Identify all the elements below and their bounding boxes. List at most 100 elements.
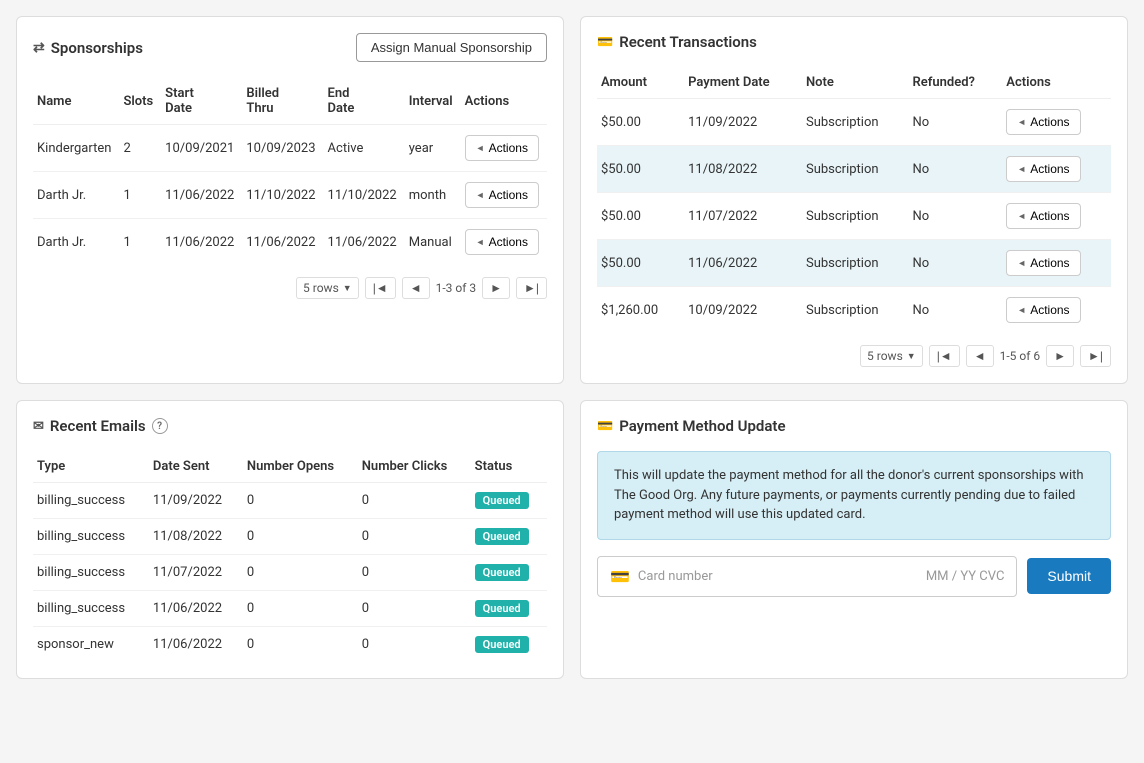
col-end-date: EndDate [324, 78, 405, 125]
email-clicks: 0 [358, 555, 471, 591]
transaction-amount: $1,260.00 [597, 287, 684, 334]
sponsorship-actions-button[interactable]: Actions [465, 135, 539, 161]
sponsorship-slots: 1 [119, 172, 161, 219]
transaction-amount: $50.00 [597, 146, 684, 193]
sponsorships-table: Name Slots StartDate BilledThru EndDate … [33, 78, 547, 265]
card-input-row: 💳 Card number MM / YY CVC Submit [597, 556, 1111, 597]
transactions-pagination: 5 rows |◄ ◄ 1-5 of 6 ► ►| [597, 345, 1111, 367]
email-opens: 0 [243, 591, 358, 627]
sponsorship-actions-button[interactable]: Actions [465, 182, 539, 208]
recent-emails-panel: ✉ Recent Emails ? Type Date Sent Number … [16, 400, 564, 679]
transaction-actions-cell: Actions [1002, 193, 1111, 240]
transaction-actions-button[interactable]: Actions [1006, 109, 1080, 135]
email-status: Queued [471, 627, 547, 663]
transaction-date: 11/09/2022 [684, 99, 802, 146]
col-amount: Amount [597, 67, 684, 99]
sponsorship-interval: month [405, 172, 461, 219]
col-payment-date: Payment Date [684, 67, 802, 99]
transaction-actions-button[interactable]: Actions [1006, 203, 1080, 229]
sponsorship-slots: 2 [119, 125, 161, 172]
status-badge: Queued [475, 528, 529, 545]
transaction-actions-button[interactable]: Actions [1006, 297, 1080, 323]
col-interval: Interval [405, 78, 461, 125]
transaction-note: Subscription [802, 287, 909, 334]
transactions-title: 💳 Recent Transactions [597, 33, 757, 51]
sponsorships-rows-select[interactable]: 5 rows [296, 277, 359, 299]
table-row: billing_success 11/07/2022 0 0 Queued [33, 555, 547, 591]
transaction-actions-cell: Actions [1002, 146, 1111, 193]
email-type: sponsor_new [33, 627, 149, 663]
sponsorship-end-date: Active [324, 125, 405, 172]
transaction-note: Subscription [802, 146, 909, 193]
col-actions: Actions [461, 78, 547, 125]
transactions-header: 💳 Recent Transactions [597, 33, 1111, 51]
transaction-refunded: No [909, 287, 1003, 334]
transactions-last-page[interactable]: ►| [1080, 345, 1111, 367]
status-badge: Queued [475, 564, 529, 581]
transaction-date: 11/07/2022 [684, 193, 802, 240]
emails-table: Type Date Sent Number Opens Number Click… [33, 451, 547, 662]
transaction-actions-button[interactable]: Actions [1006, 156, 1080, 182]
transaction-actions-cell: Actions [1002, 287, 1111, 334]
transaction-refunded: No [909, 146, 1003, 193]
status-badge: Queued [475, 600, 529, 617]
envelope-icon: ✉ [33, 419, 44, 434]
transaction-note: Subscription [802, 99, 909, 146]
table-row: $50.00 11/07/2022 Subscription No Action… [597, 193, 1111, 240]
submit-button[interactable]: Submit [1027, 558, 1111, 594]
col-name: Name [33, 78, 119, 125]
transaction-refunded: No [909, 193, 1003, 240]
transaction-amount: $50.00 [597, 99, 684, 146]
email-clicks: 0 [358, 483, 471, 519]
sponsorship-actions-cell: Actions [461, 125, 547, 172]
assign-manual-sponsorship-button[interactable]: Assign Manual Sponsorship [356, 33, 547, 62]
sponsorship-billed-thru: 11/06/2022 [242, 219, 323, 266]
transactions-prev-page[interactable]: ◄ [966, 345, 994, 367]
sponsorship-name: Kindergarten [33, 125, 119, 172]
transactions-first-page[interactable]: |◄ [929, 345, 960, 367]
sponsorship-actions-button[interactable]: Actions [465, 229, 539, 255]
email-type: billing_success [33, 591, 149, 627]
sponsorship-slots: 1 [119, 219, 161, 266]
email-clicks: 0 [358, 591, 471, 627]
table-row: $1,260.00 10/09/2022 Subscription No Act… [597, 287, 1111, 334]
help-icon[interactable]: ? [152, 418, 168, 434]
col-actions: Actions [1002, 67, 1111, 99]
transactions-rows-select[interactable]: 5 rows [860, 345, 923, 367]
email-date-sent: 11/06/2022 [149, 627, 243, 663]
transactions-next-page[interactable]: ► [1046, 345, 1074, 367]
email-opens: 0 [243, 519, 358, 555]
email-status: Queued [471, 591, 547, 627]
transaction-date: 11/06/2022 [684, 240, 802, 287]
email-date-sent: 11/06/2022 [149, 591, 243, 627]
email-opens: 0 [243, 555, 358, 591]
col-date-sent: Date Sent [149, 451, 243, 483]
email-clicks: 0 [358, 519, 471, 555]
col-number-clicks: Number Clicks [358, 451, 471, 483]
transaction-note: Subscription [802, 240, 909, 287]
transaction-actions-button[interactable]: Actions [1006, 250, 1080, 276]
sponsorship-start-date: 11/06/2022 [161, 219, 242, 266]
sponsorships-prev-page[interactable]: ◄ [402, 277, 430, 299]
sponsorship-interval: year [405, 125, 461, 172]
card-expiry-cvc-placeholder: MM / YY CVC [926, 569, 1005, 584]
transaction-date: 10/09/2022 [684, 287, 802, 334]
table-row: Darth Jr. 1 11/06/2022 11/10/2022 11/10/… [33, 172, 547, 219]
card-input-wrapper[interactable]: 💳 Card number MM / YY CVC [597, 556, 1017, 597]
sponsorships-next-page[interactable]: ► [482, 277, 510, 299]
transaction-note: Subscription [802, 193, 909, 240]
payment-header: 💳 Payment Method Update [597, 417, 1111, 435]
email-type: billing_success [33, 555, 149, 591]
sponsorships-header: ⇄ Sponsorships Assign Manual Sponsorship [33, 33, 547, 62]
sponsorships-last-page[interactable]: ►| [516, 277, 547, 299]
transaction-date: 11/08/2022 [684, 146, 802, 193]
sponsorship-name: Darth Jr. [33, 172, 119, 219]
sponsorships-first-page[interactable]: |◄ [365, 277, 396, 299]
col-slots: Slots [119, 78, 161, 125]
payment-title: 💳 Payment Method Update [597, 417, 786, 435]
email-opens: 0 [243, 627, 358, 663]
sponsorships-pagination: 5 rows |◄ ◄ 1-3 of 3 ► ►| [33, 277, 547, 299]
col-type: Type [33, 451, 149, 483]
transaction-amount: $50.00 [597, 193, 684, 240]
email-date-sent: 11/08/2022 [149, 519, 243, 555]
